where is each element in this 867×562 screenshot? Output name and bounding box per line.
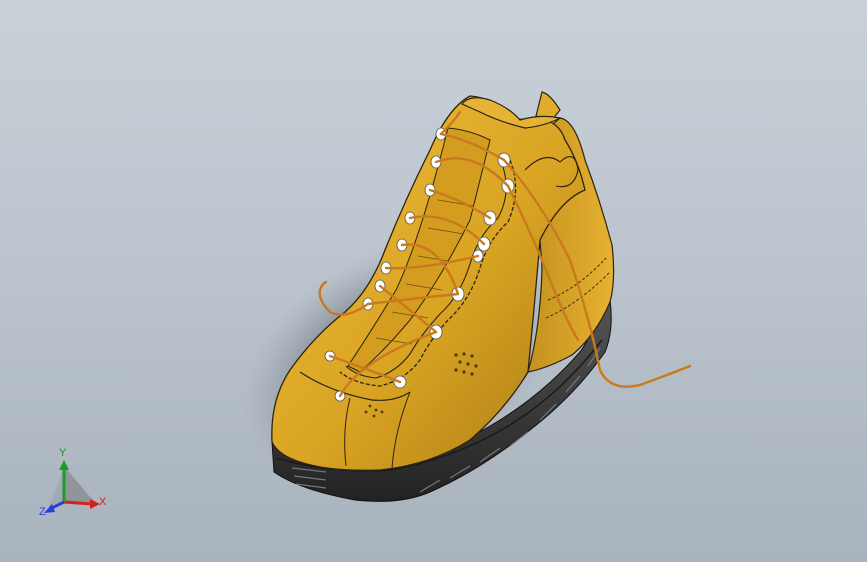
y-axis-label: Y [59, 447, 67, 459]
z-axis-label: Z [39, 506, 46, 518]
boot-model[interactable] [0, 0, 867, 562]
y-axis-arrowhead [59, 460, 69, 470]
x-axis-arrow [63, 500, 93, 506]
triad-xy-plane [64, 466, 96, 504]
graphics-viewport[interactable]: X Y Z [0, 0, 867, 562]
x-axis-label: X [99, 496, 107, 508]
pull-tab [535, 91, 561, 121]
coordinate-triad[interactable] [34, 446, 124, 526]
